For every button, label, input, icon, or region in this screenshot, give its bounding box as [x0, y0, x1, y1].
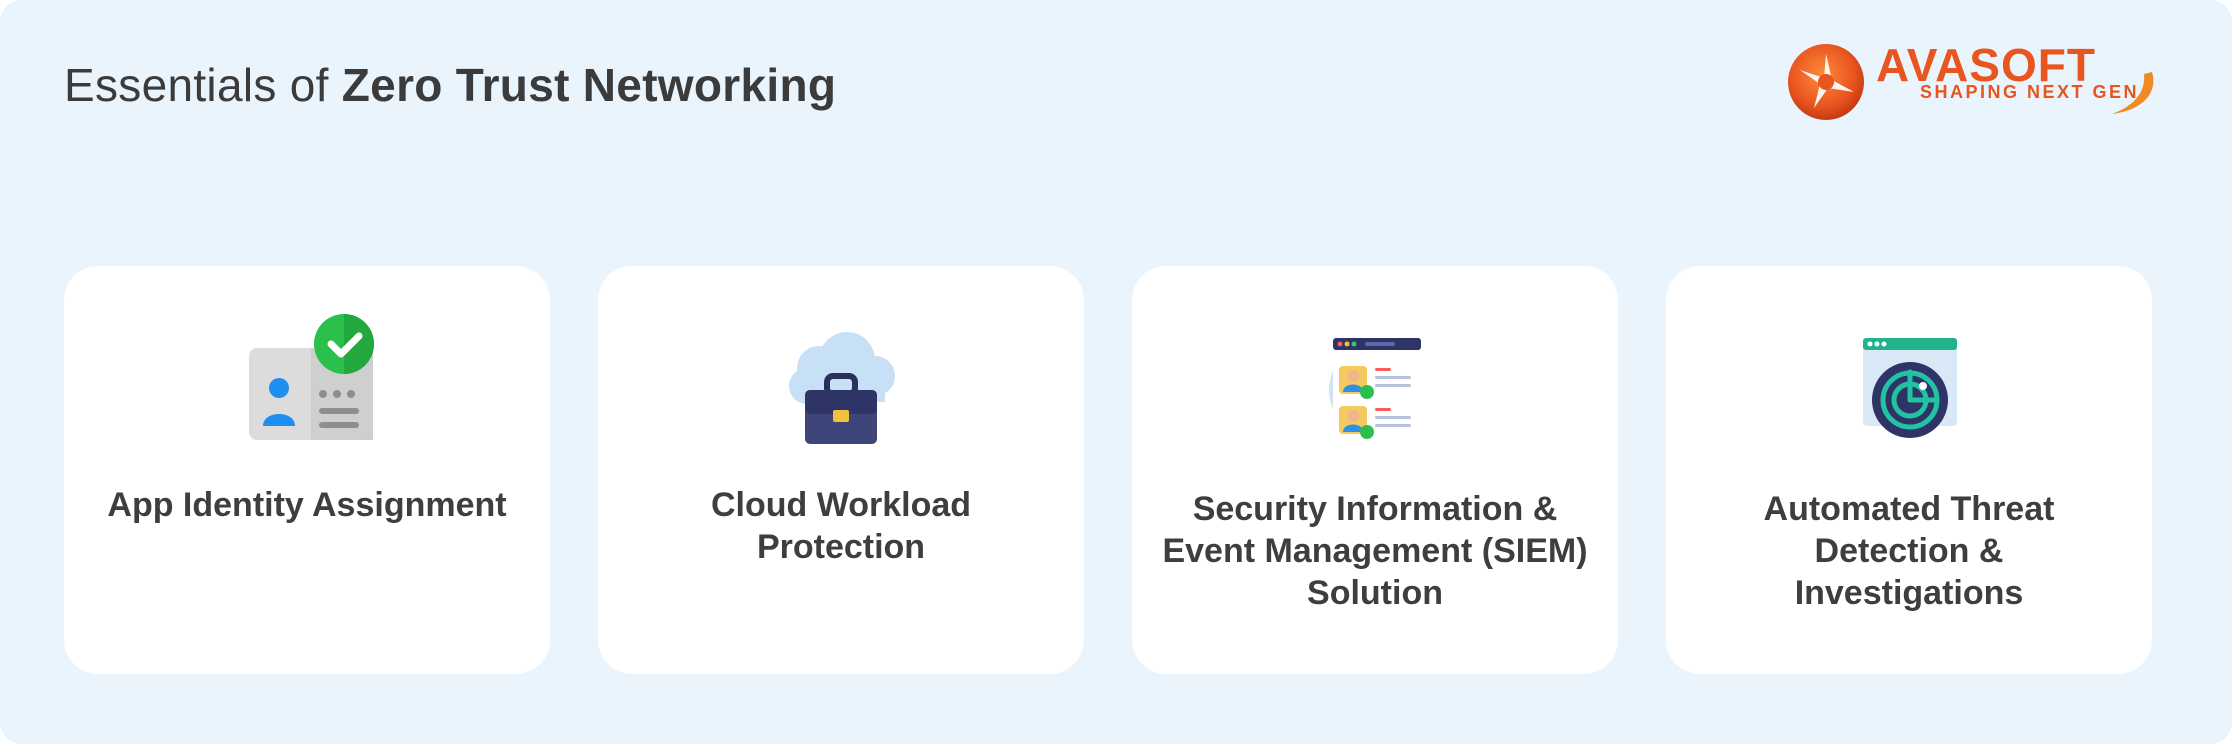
card-label: Security Information & Event Management …: [1162, 490, 1588, 612]
user-verification-window-icon: [1329, 338, 1421, 446]
id-card-check-icon: [249, 314, 374, 440]
card-label: App Identity Assignment: [107, 486, 507, 524]
radar-window-icon: [1863, 338, 1957, 438]
card-label: Cloud Workload Protection: [710, 486, 972, 566]
logo-emblem-icon: [1788, 44, 1864, 120]
page-title: Essentials of Zero Trust Networking: [64, 58, 836, 112]
card-row: App Identity Assignment Cloud Workload P…: [64, 266, 2154, 674]
card-threat-detection: Automated Threat Detection & Investigati…: [1666, 266, 2152, 674]
page-title-bold: Zero Trust Networking: [341, 59, 837, 111]
card-cloud-workload: Cloud Workload Protection: [598, 266, 1084, 674]
avasoft-logo: AVASOFT SHAPING NEXT GEN: [1784, 38, 2156, 128]
page-title-regular: Essentials of: [64, 59, 342, 111]
card-label: Automated Threat Detection & Investigati…: [1763, 490, 2055, 612]
card-app-identity: App Identity Assignment: [64, 266, 550, 674]
card-siem: Security Information & Event Management …: [1132, 266, 1618, 674]
background-panel: Essentials of Zero Trust Networking AVAS…: [0, 0, 2232, 744]
cloud-briefcase-icon: [789, 332, 895, 444]
logo-swoosh-icon: [2112, 72, 2154, 114]
